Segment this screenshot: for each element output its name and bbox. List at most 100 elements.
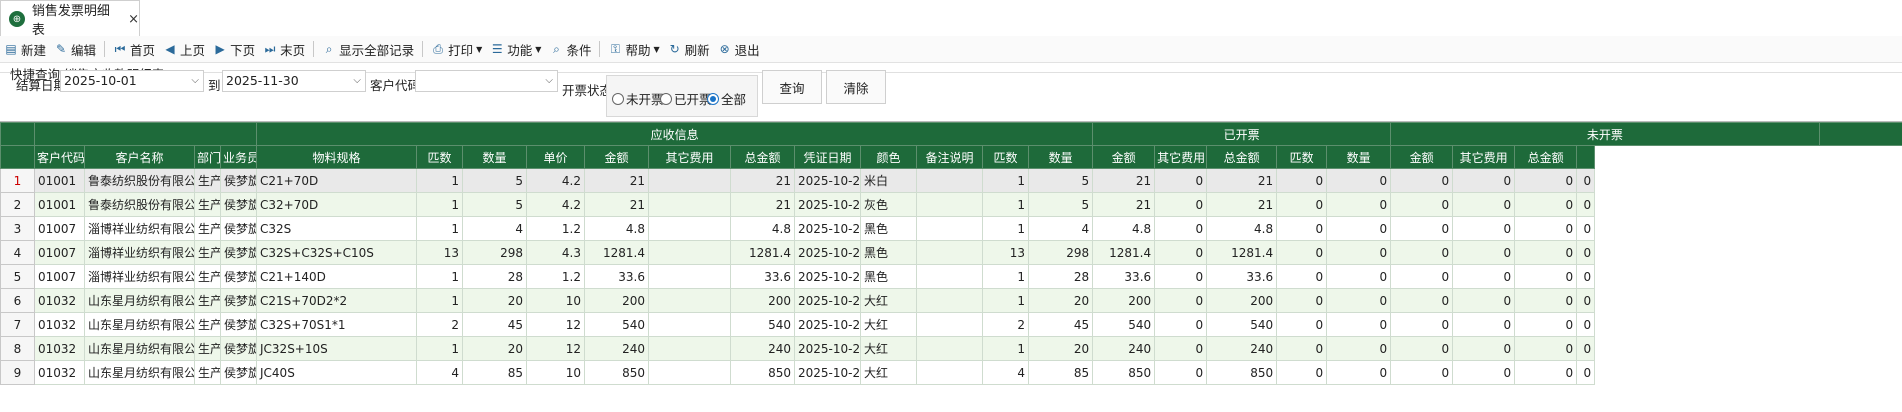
table-cell[interactable]: 0 [1453, 217, 1515, 241]
table-cell[interactable]: 山东星月纺织有限公司 [85, 361, 195, 385]
radio-all[interactable]: 全部 [707, 89, 746, 108]
table-cell[interactable]: 2025-10-24 [795, 361, 861, 385]
table-cell[interactable]: 侯梦旋 [221, 241, 257, 265]
table-cell[interactable]: 0 [1327, 289, 1391, 313]
table-cell[interactable]: 0 [1391, 265, 1453, 289]
table-cell[interactable]: 01007 [35, 265, 85, 289]
table-cell[interactable]: 侯梦旋 [221, 337, 257, 361]
table-cell[interactable]: 0 [1515, 217, 1577, 241]
table-cell[interactable]: 0 [1577, 217, 1595, 241]
table-cell[interactable]: 21 [1207, 193, 1277, 217]
date-to-field[interactable]: 2025-11-30 ⌵ [222, 70, 366, 92]
table-cell[interactable]: 0 [1327, 169, 1391, 193]
table-cell[interactable]: 侯梦旋 [221, 169, 257, 193]
table-cell[interactable]: 0 [1577, 361, 1595, 385]
chevron-down-icon[interactable]: ⌵ [545, 71, 553, 91]
column-header[interactable]: 总金额 [1515, 146, 1577, 169]
table-cell[interactable]: 0 [1453, 169, 1515, 193]
column-header[interactable]: 业务员 [221, 146, 257, 169]
table-cell[interactable]: 0 [1453, 361, 1515, 385]
table-row[interactable]: 901032山东星月纺织有限公司生产侯梦旋JC40S48510850850202… [1, 361, 1902, 385]
table-cell[interactable]: 侯梦旋 [221, 193, 257, 217]
row-number[interactable]: 7 [1, 313, 35, 337]
row-number[interactable]: 1 [1, 169, 35, 193]
table-cell[interactable]: 大红 [861, 289, 917, 313]
table-cell[interactable]: 240 [731, 337, 795, 361]
table-cell[interactable]: 4.8 [1207, 217, 1277, 241]
table-cell[interactable]: 20 [463, 289, 527, 313]
table-cell[interactable]: 20 [463, 337, 527, 361]
table-cell[interactable]: 01032 [35, 337, 85, 361]
table-cell[interactable]: 0 [1453, 313, 1515, 337]
table-cell[interactable]: 28 [463, 265, 527, 289]
table-cell[interactable]: 0 [1277, 337, 1327, 361]
caret-down-icon[interactable]: ▼ [653, 45, 659, 54]
table-cell[interactable]: 20 [1029, 289, 1093, 313]
table-cell[interactable] [649, 169, 731, 193]
table-row[interactable]: 601032山东星月纺织有限公司生产侯梦旋C21S+70D2*212010200… [1, 289, 1902, 313]
table-cell[interactable]: 12 [527, 313, 585, 337]
table-cell[interactable]: 240 [1207, 337, 1277, 361]
table-cell[interactable]: 850 [1207, 361, 1277, 385]
table-cell[interactable] [917, 217, 983, 241]
table-cell[interactable]: 生产 [195, 265, 221, 289]
table-cell[interactable]: 298 [1029, 241, 1093, 265]
table-cell[interactable]: 2025-10-24 [795, 217, 861, 241]
table-cell[interactable]: 298 [463, 241, 527, 265]
table-cell[interactable]: 0 [1453, 265, 1515, 289]
table-cell[interactable]: 大红 [861, 361, 917, 385]
table-cell[interactable]: 01007 [35, 217, 85, 241]
table-cell[interactable]: 1 [983, 169, 1029, 193]
table-cell[interactable]: 33.6 [1207, 265, 1277, 289]
table-cell[interactable]: 0 [1453, 289, 1515, 313]
table-cell[interactable]: 黑色 [861, 217, 917, 241]
table-cell[interactable]: 生产 [195, 289, 221, 313]
table-cell[interactable]: 2025-10-24 [795, 169, 861, 193]
customer-code-field[interactable]: ⌵ [415, 70, 558, 92]
table-cell[interactable]: 4 [983, 361, 1029, 385]
toolbar-button-print[interactable]: ⎙打印▼ [427, 37, 486, 61]
column-header[interactable]: 物料规格 [257, 146, 417, 169]
table-cell[interactable]: 1.2 [527, 217, 585, 241]
table-cell[interactable]: 01032 [35, 289, 85, 313]
table-cell[interactable]: 4.8 [731, 217, 795, 241]
table-cell[interactable]: 生产 [195, 217, 221, 241]
table-cell[interactable] [917, 169, 983, 193]
table-cell[interactable]: 0 [1155, 265, 1207, 289]
column-header[interactable]: 金额 [585, 146, 649, 169]
column-header[interactable]: 客户名称 [85, 146, 195, 169]
table-cell[interactable]: 0 [1155, 241, 1207, 265]
table-cell[interactable]: 21 [585, 169, 649, 193]
table-cell[interactable] [917, 241, 983, 265]
table-cell[interactable] [917, 337, 983, 361]
table-cell[interactable]: 21 [585, 193, 649, 217]
column-header[interactable]: 总金额 [731, 146, 795, 169]
table-row[interactable]: 801032山东星月纺织有限公司生产侯梦旋JC32S+10S1201224024… [1, 337, 1902, 361]
row-number[interactable]: 8 [1, 337, 35, 361]
toolbar-button-refresh[interactable]: ↻刷新 [664, 37, 714, 61]
column-header[interactable]: 金额 [1391, 146, 1453, 169]
table-cell[interactable]: 米白 [861, 169, 917, 193]
table-cell[interactable]: 0 [1391, 193, 1453, 217]
table-cell[interactable]: 01007 [35, 241, 85, 265]
row-number[interactable]: 4 [1, 241, 35, 265]
table-cell[interactable] [917, 265, 983, 289]
close-icon[interactable]: × [128, 12, 139, 27]
table-cell[interactable]: 生产 [195, 337, 221, 361]
table-cell[interactable]: 0 [1515, 241, 1577, 265]
table-cell[interactable]: 45 [1029, 313, 1093, 337]
table-cell[interactable]: 2 [417, 313, 463, 337]
table-cell[interactable]: 黑色 [861, 241, 917, 265]
table-cell[interactable]: 0 [1515, 193, 1577, 217]
table-cell[interactable]: 4.2 [527, 169, 585, 193]
table-cell[interactable]: 2025-10-24 [795, 193, 861, 217]
table-cell[interactable]: C32S+C32S+C10S [257, 241, 417, 265]
table-cell[interactable]: 侯梦旋 [221, 265, 257, 289]
table-cell[interactable]: 生产 [195, 169, 221, 193]
toolbar-button-search[interactable]: ⌕条件 [545, 37, 595, 61]
column-header[interactable]: 备注说明 [917, 146, 983, 169]
table-cell[interactable]: 0 [1577, 193, 1595, 217]
table-cell[interactable]: 4 [463, 217, 527, 241]
table-cell[interactable]: 540 [1207, 313, 1277, 337]
table-cell[interactable]: 10 [527, 361, 585, 385]
